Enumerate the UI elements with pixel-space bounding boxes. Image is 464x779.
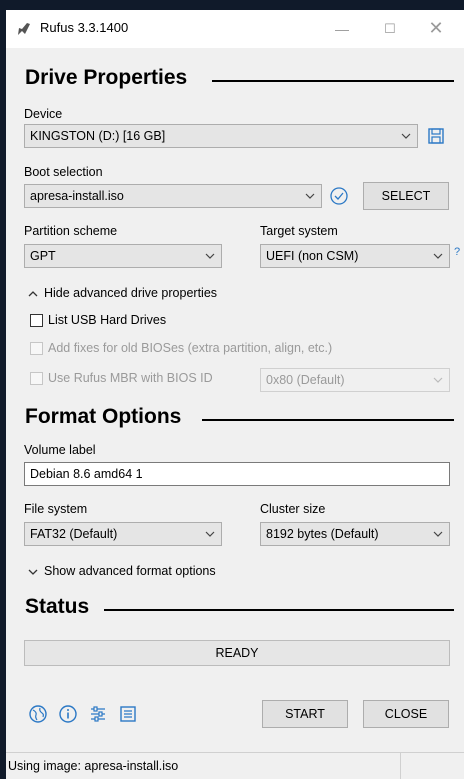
close-button[interactable]: CLOSE [363,700,449,728]
device-value: KINGSTON (D:) [16 GB] [30,129,166,143]
select-button[interactable]: SELECT [363,182,449,210]
globe-icon[interactable] [28,704,48,724]
hide-advanced-drive-toggle[interactable]: Hide advanced drive properties [24,284,264,304]
volume-label-input[interactable]: Debian 8.6 amd64 1 [24,462,450,486]
cluster-size-value: 8192 bytes (Default) [266,527,379,541]
rufus-mbr-checkbox-row[interactable]: Use Rufus MBR with BIOS ID [30,370,250,388]
status-bar-text: Using image: apresa-install.iso [8,759,179,773]
partition-scheme-label: Partition scheme [24,224,118,238]
rufus-mbr-checkbox[interactable] [30,372,43,385]
old-bios-checkbox-row[interactable]: Add fixes for old BIOSes (extra partitio… [30,340,410,358]
old-bios-checkbox[interactable] [30,342,43,355]
chevron-down-icon [205,245,215,267]
window-title: Rufus 3.3.1400 [40,20,129,35]
file-system-label: File system [24,502,88,516]
drive-properties-divider [212,80,454,82]
close-window-button[interactable]: ✕ [416,10,456,48]
list-usb-label: List USB Hard Drives [48,313,167,327]
partition-scheme-dropdown[interactable]: GPT [24,244,222,268]
list-usb-checkbox[interactable] [30,314,43,327]
hide-advanced-drive-label: Hide advanced drive properties [44,286,218,300]
progress-bar: READY [24,640,450,666]
target-system-label: Target system [260,224,338,238]
bios-id-value: 0x80 (Default) [266,373,345,387]
chevron-down-icon [433,523,443,545]
minimize-button[interactable]: — [322,10,362,48]
boot-selection-label: Boot selection [24,165,103,179]
chevron-down-icon [305,185,315,207]
chevron-up-icon [28,287,38,305]
log-icon[interactable] [118,704,138,724]
show-advanced-format-toggle[interactable]: Show advanced format options [24,562,264,582]
info-icon[interactable] [58,704,78,724]
status-heading: Status [25,595,90,618]
device-dropdown[interactable]: KINGSTON (D:) [16 GB] [24,124,418,148]
chevron-down-icon [433,245,443,267]
format-options-divider [202,419,454,421]
save-icon[interactable] [426,126,446,146]
list-usb-checkbox-row[interactable]: List USB Hard Drives [30,312,230,330]
check-icon[interactable] [329,186,349,206]
target-system-value: UEFI (non CSM) [266,249,359,263]
settings-sliders-icon[interactable] [88,704,108,724]
status-bar: Using image: apresa-install.iso [6,752,464,779]
title-bar[interactable]: Rufus 3.3.1400 — ☐ ✕ [6,10,464,48]
volume-label-value: Debian 8.6 amd64 1 [30,467,143,481]
chevron-down-icon [28,565,38,583]
chevron-down-icon [401,125,411,147]
rufus-mbr-label: Use Rufus MBR with BIOS ID [48,371,213,385]
file-system-value: FAT32 (Default) [30,527,118,541]
bios-id-dropdown[interactable]: 0x80 (Default) [260,368,450,392]
drive-properties-heading: Drive Properties [25,66,188,89]
volume-label-label: Volume label [24,443,96,457]
partition-scheme-value: GPT [30,249,56,263]
chevron-down-icon [433,369,443,391]
help-icon[interactable]: ? [454,246,460,258]
progress-text: READY [215,646,259,660]
format-options-heading: Format Options [25,405,182,428]
rufus-window: Rufus 3.3.1400 — ☐ ✕ Drive Properties De… [6,10,464,779]
status-bar-separator [400,753,401,779]
cluster-size-label: Cluster size [260,502,326,516]
maximize-button[interactable]: ☐ [370,10,410,48]
cluster-size-dropdown[interactable]: 8192 bytes (Default) [260,522,450,546]
show-advanced-format-label: Show advanced format options [44,564,216,578]
target-system-dropdown[interactable]: UEFI (non CSM) [260,244,450,268]
device-label: Device [24,107,63,121]
chevron-down-icon [205,523,215,545]
boot-selection-value: apresa-install.iso [30,189,124,203]
status-divider [104,609,454,611]
old-bios-label: Add fixes for old BIOSes (extra partitio… [48,341,333,355]
rufus-app-icon [16,21,32,37]
boot-selection-dropdown[interactable]: apresa-install.iso [24,184,322,208]
start-button[interactable]: START [262,700,348,728]
file-system-dropdown[interactable]: FAT32 (Default) [24,522,222,546]
